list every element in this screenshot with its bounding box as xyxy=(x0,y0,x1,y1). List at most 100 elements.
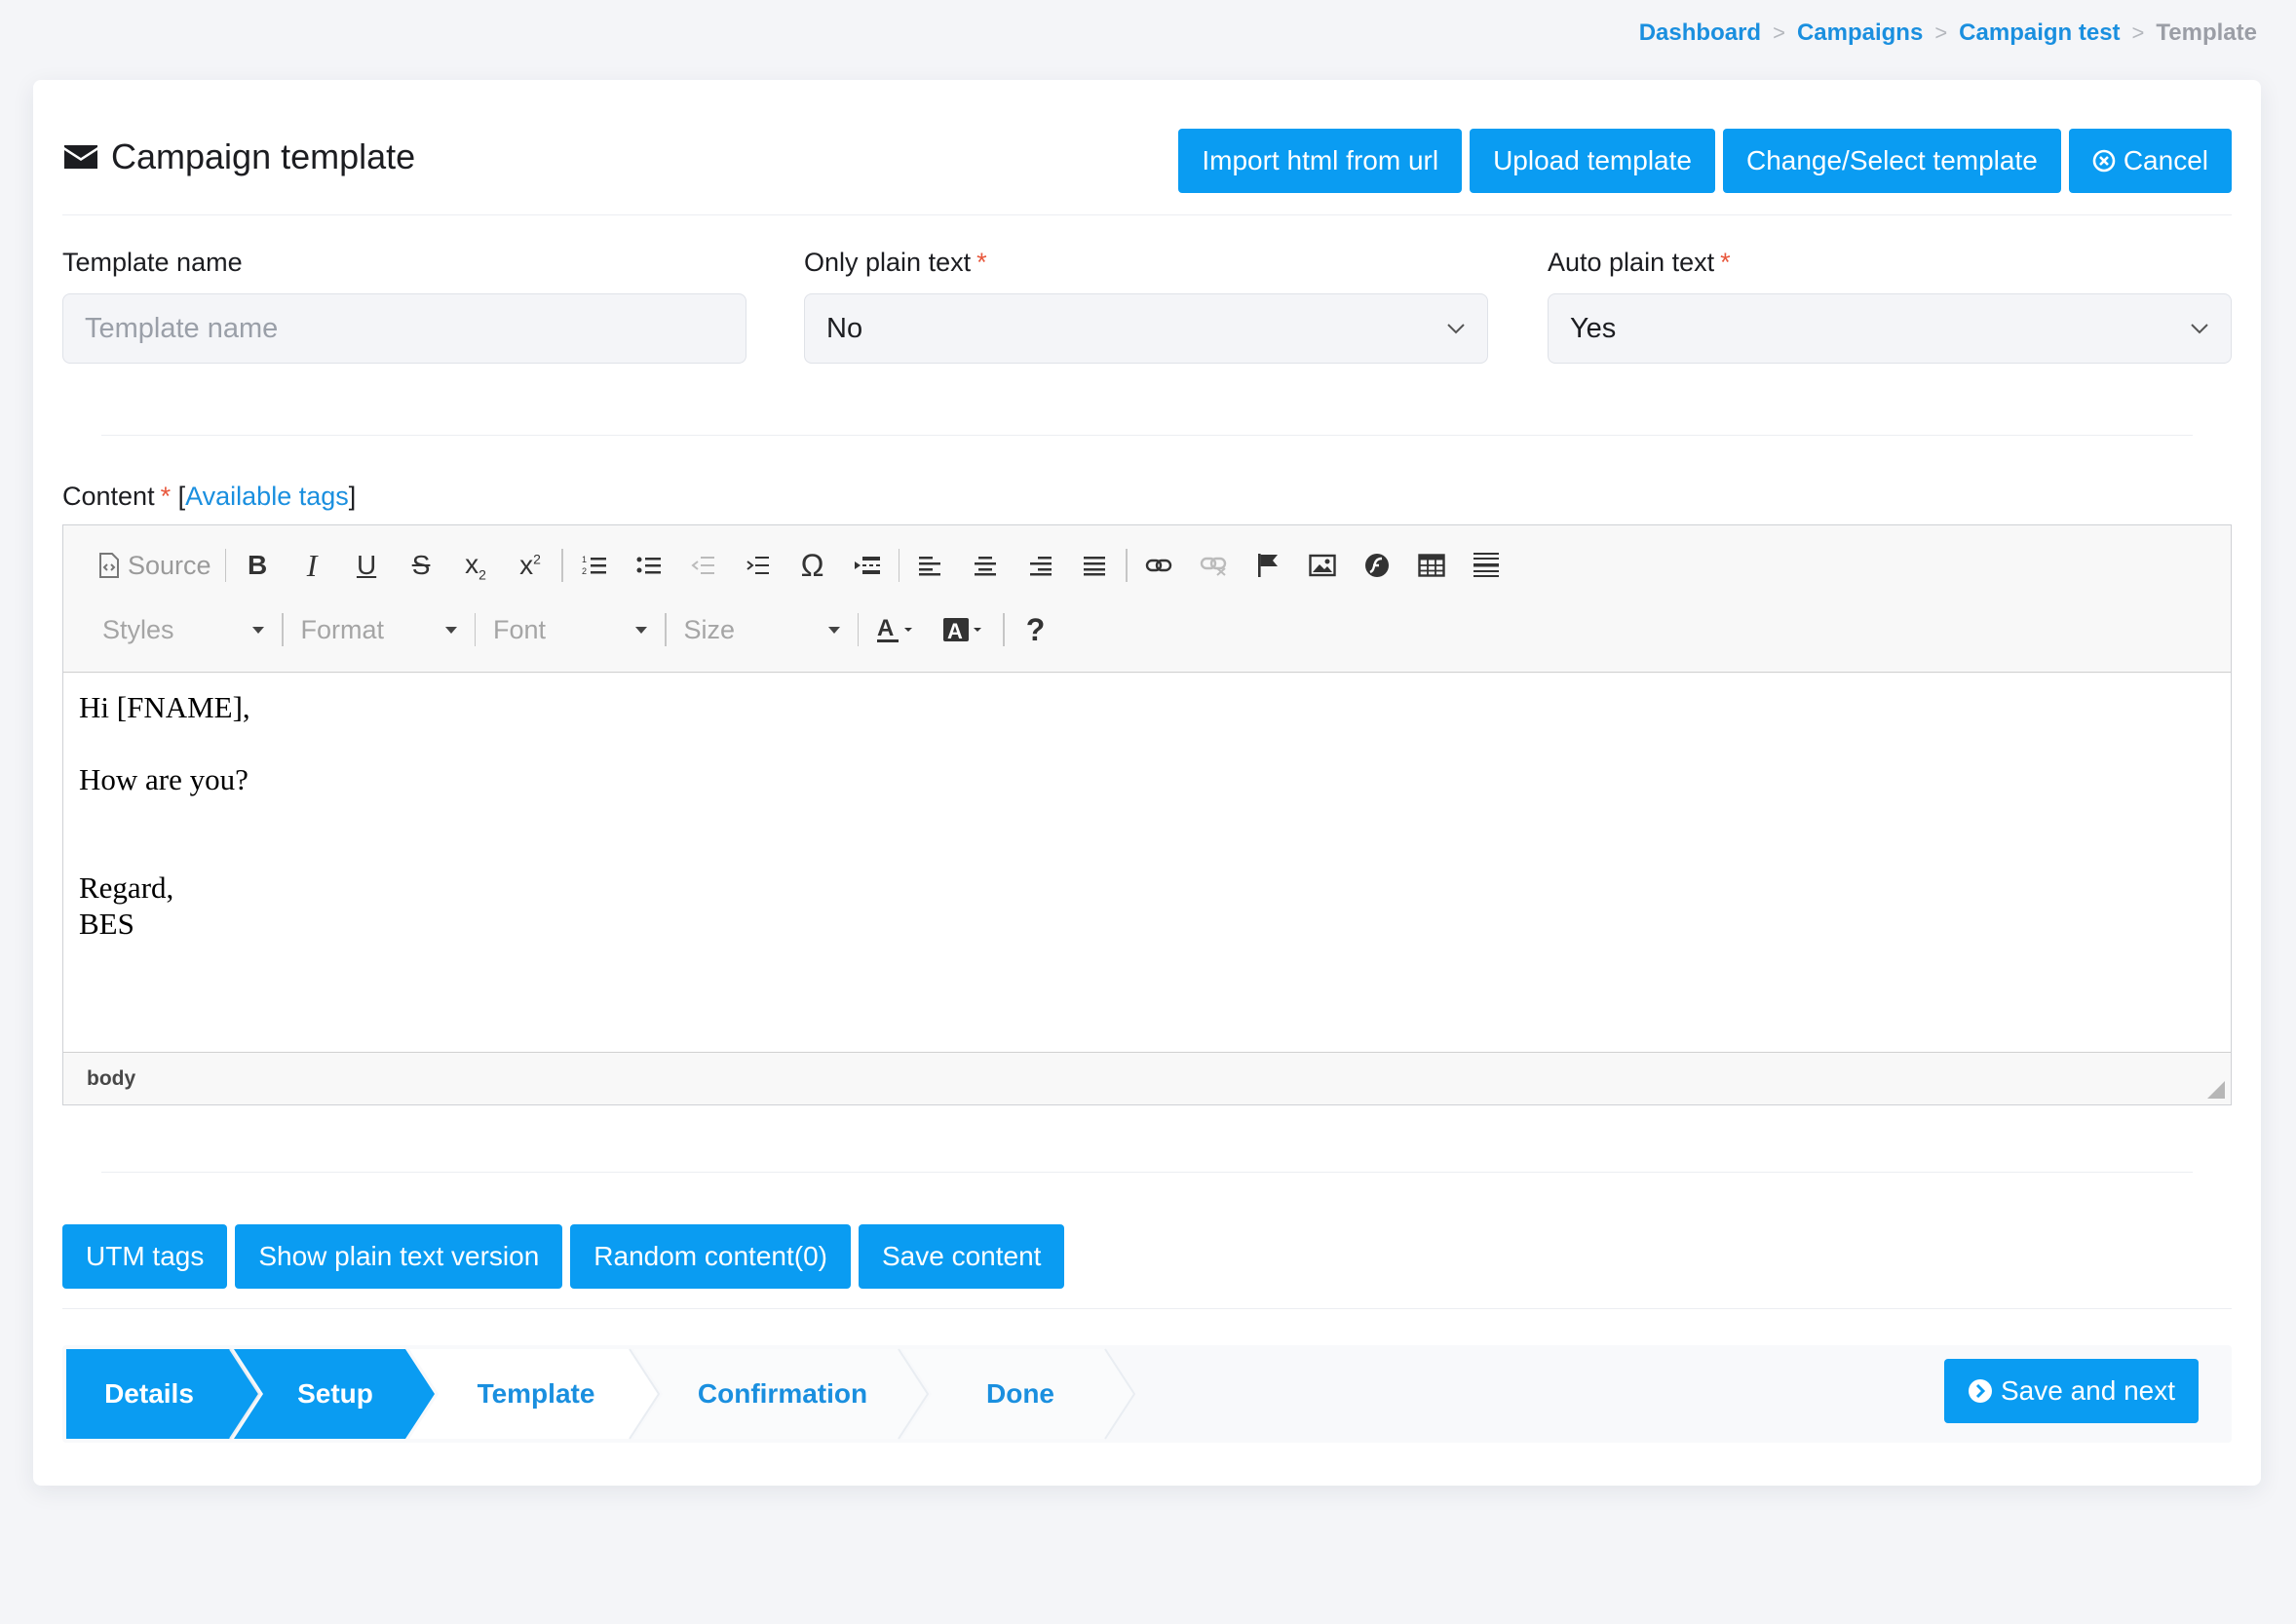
toolbar-separator xyxy=(1126,549,1128,582)
content-label-text: Content xyxy=(62,482,155,511)
save-and-next-label: Save and next xyxy=(2000,1375,2175,1406)
numbered-list-button[interactable]: 12 xyxy=(567,541,622,590)
wizard-step-setup[interactable]: Setup xyxy=(257,1349,413,1439)
breadcrumb-campaigns[interactable]: Campaigns xyxy=(1797,19,1923,47)
special-character-button[interactable]: Ω xyxy=(785,541,840,590)
content-actions: UTM tags Show plain text version Random … xyxy=(62,1224,1065,1289)
background-color-button[interactable]: A xyxy=(931,605,999,654)
italic-button[interactable]: I xyxy=(285,541,339,590)
align-right-button[interactable] xyxy=(1013,541,1067,590)
horizontal-rule-button[interactable] xyxy=(1459,541,1513,590)
underline-icon: U xyxy=(356,550,377,580)
bold-button[interactable]: B xyxy=(230,541,285,590)
save-and-next-button[interactable]: Save and next xyxy=(1943,1359,2199,1423)
breadcrumb-separator: > xyxy=(1773,20,1785,45)
toolbar-separator xyxy=(474,613,476,646)
bulleted-list-button[interactable] xyxy=(622,541,676,590)
content-line: How are you? xyxy=(79,762,249,796)
justify-button[interactable] xyxy=(1067,541,1122,590)
decrease-indent-button[interactable] xyxy=(676,541,731,590)
text-color-button[interactable]: A xyxy=(862,605,931,654)
flash-button[interactable] xyxy=(1350,541,1404,590)
tags-bracket-open: [ xyxy=(177,482,186,511)
wizard-step-done[interactable]: Done xyxy=(932,1349,1109,1439)
align-left-button[interactable] xyxy=(903,541,958,590)
content-line: BES xyxy=(79,907,134,941)
template-name-field: Template name xyxy=(62,248,746,364)
source-label: Source xyxy=(128,550,211,580)
subscript-button[interactable]: x2 xyxy=(448,541,503,590)
unlink-icon xyxy=(1200,557,1226,576)
element-path-body[interactable]: body xyxy=(87,1067,135,1091)
link-button[interactable] xyxy=(1131,541,1186,590)
breadcrumb-dashboard[interactable]: Dashboard xyxy=(1639,19,1761,47)
svg-text:1: 1 xyxy=(582,555,587,564)
content-line: Hi [FNAME], xyxy=(79,690,250,724)
card-header: Campaign template Import html from url U… xyxy=(62,129,2232,215)
superscript-icon: x2 xyxy=(519,550,541,580)
align-right-icon xyxy=(1030,557,1052,576)
auto-plain-text-select[interactable]: Yes xyxy=(1548,293,2232,364)
change-select-template-button[interactable]: Change/Select template xyxy=(1722,129,2061,193)
increase-indent-button[interactable] xyxy=(731,541,785,590)
underline-button[interactable]: U xyxy=(339,541,394,590)
align-center-button[interactable] xyxy=(958,541,1013,590)
utm-tags-button[interactable]: UTM tags xyxy=(62,1224,228,1289)
cancel-circle-icon xyxy=(2092,149,2116,173)
outdent-icon xyxy=(690,557,714,574)
format-combo[interactable]: Format xyxy=(287,605,471,654)
cancel-label: Cancel xyxy=(2123,145,2208,175)
anchor-button[interactable] xyxy=(1241,541,1295,590)
template-name-label: Template name xyxy=(62,248,243,277)
toolbar-separator xyxy=(561,549,563,582)
available-tags-link[interactable]: Available tags xyxy=(185,482,349,511)
auto-plain-text-label-text: Auto plain text xyxy=(1548,248,1715,277)
italic-icon: I xyxy=(306,547,318,583)
strikethrough-button[interactable]: S xyxy=(394,541,448,590)
toolbar-separator xyxy=(1003,613,1005,646)
numbered-list-icon: 12 xyxy=(582,555,606,576)
size-combo[interactable]: Size xyxy=(670,605,854,654)
upload-template-button[interactable]: Upload template xyxy=(1470,129,1715,193)
wizard-step-template[interactable]: Template xyxy=(439,1349,633,1439)
image-button[interactable] xyxy=(1295,541,1350,590)
font-combo[interactable]: Font xyxy=(479,605,661,654)
only-plain-text-select[interactable]: No xyxy=(804,293,1488,364)
breadcrumb-campaign-test[interactable]: Campaign test xyxy=(1959,19,2120,47)
source-button[interactable]: Source xyxy=(89,541,221,590)
wizard-step-confirmation[interactable]: Confirmation xyxy=(663,1349,902,1439)
random-content-button[interactable]: Random content(0) xyxy=(570,1224,851,1289)
table-button[interactable] xyxy=(1404,541,1459,590)
chevron-down-icon xyxy=(1447,324,1465,334)
align-center-icon xyxy=(975,557,997,576)
save-content-button[interactable]: Save content xyxy=(858,1224,1065,1289)
help-button[interactable]: ? xyxy=(1009,605,1063,654)
show-plain-text-button[interactable]: Show plain text version xyxy=(235,1224,563,1289)
unlink-button[interactable] xyxy=(1186,541,1241,590)
page-title: Campaign template xyxy=(62,136,415,177)
divider xyxy=(101,1172,2193,1173)
only-plain-text-label-text: Only plain text xyxy=(804,248,972,277)
styles-combo[interactable]: Styles xyxy=(89,605,278,654)
editor-content-area[interactable]: Hi [FNAME], How are you? Regard, BES xyxy=(63,674,2231,1052)
flash-icon xyxy=(1364,554,1389,577)
cancel-button[interactable]: Cancel xyxy=(2068,129,2232,193)
envelope-icon xyxy=(64,145,97,169)
bulleted-list-icon xyxy=(636,557,661,574)
auto-plain-text-field: Auto plain text * Yes xyxy=(1548,248,2232,364)
question-icon: ? xyxy=(1025,611,1046,647)
resize-handle-icon[interactable] xyxy=(2207,1081,2225,1099)
auto-plain-text-label: Auto plain text * xyxy=(1548,248,2232,278)
required-mark: * xyxy=(160,482,172,511)
toolbar-row-2: Styles Format Font Size A A ? xyxy=(89,605,1063,654)
insert-page-break-button[interactable] xyxy=(840,541,895,590)
wizard-step-details[interactable]: Details xyxy=(66,1349,232,1439)
indent-icon xyxy=(746,557,769,574)
editor-toolbar: Source B I U S x2 x2 12 Ω Styles Format … xyxy=(63,525,2231,673)
import-html-button[interactable]: Import html from url xyxy=(1178,129,1463,193)
template-name-input[interactable] xyxy=(62,293,746,364)
size-combo-label: Size xyxy=(683,614,736,644)
svg-text:A: A xyxy=(877,615,894,641)
toolbar-separator xyxy=(282,613,284,646)
superscript-button[interactable]: x2 xyxy=(503,541,557,590)
